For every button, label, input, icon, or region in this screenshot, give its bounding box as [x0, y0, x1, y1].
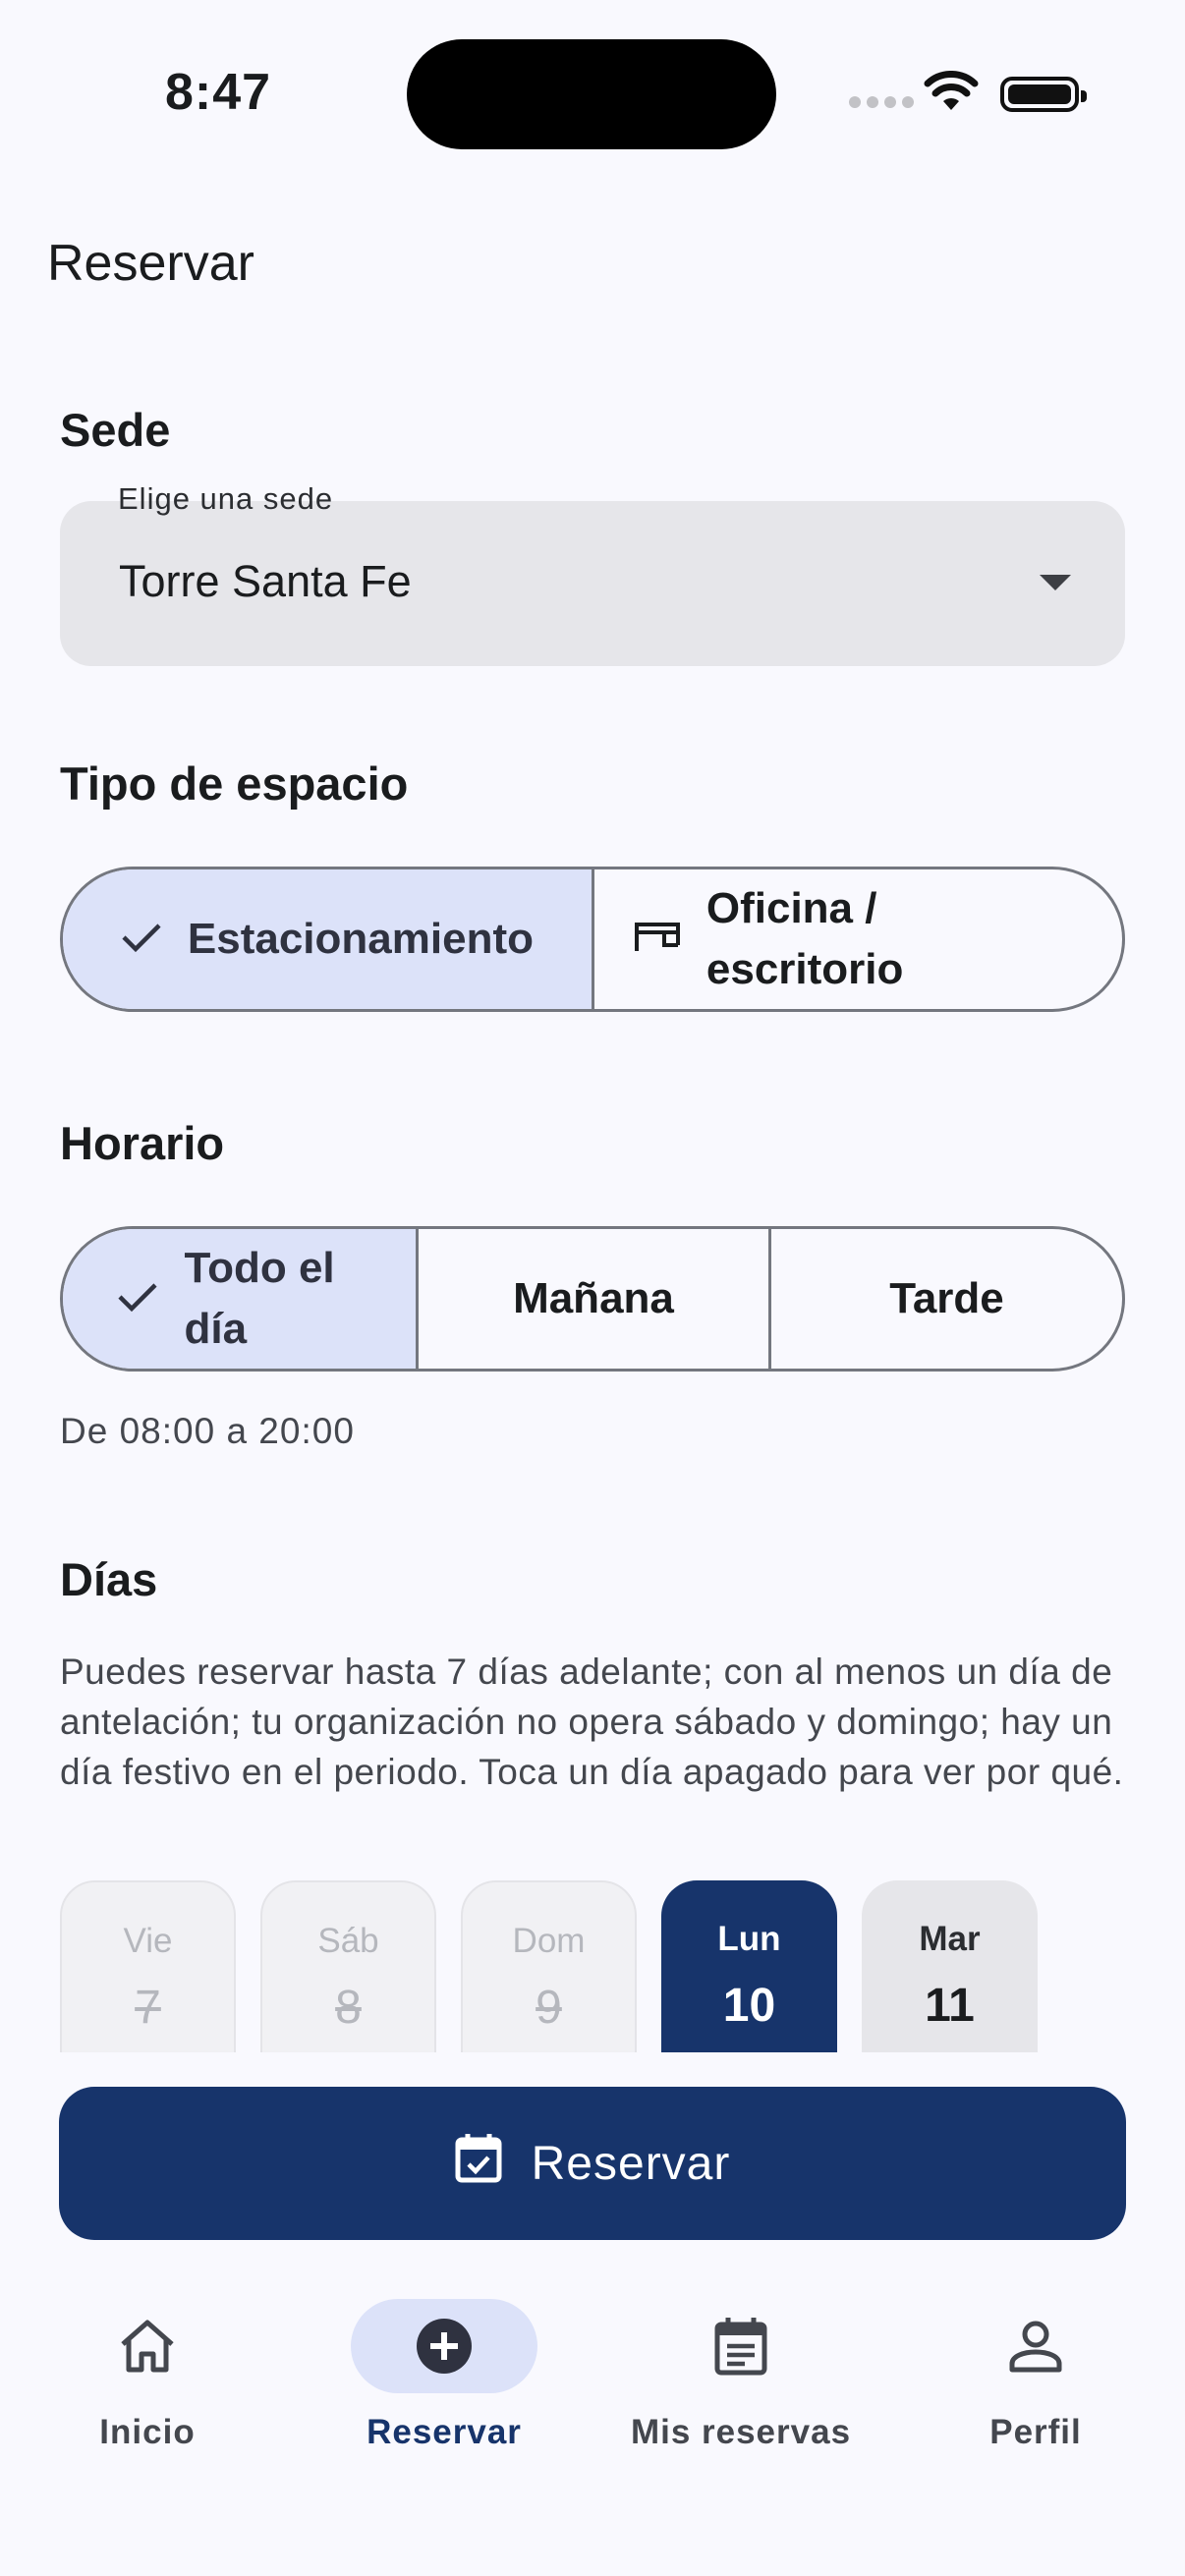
sede-selected-value: Torre Santa Fe — [119, 556, 412, 606]
home-icon — [54, 2299, 241, 2393]
segment-todo-el-dia[interactable]: Todo el día — [63, 1229, 416, 1369]
page-title: Reservar — [47, 235, 254, 292]
segment-oficina[interactable]: Oficina / escritorio — [591, 869, 1122, 1009]
calendar-list-icon — [648, 2299, 834, 2393]
check-icon — [117, 1268, 158, 1329]
segment-tarde[interactable]: Tarde — [767, 1229, 1122, 1369]
segment-label: Mañana — [513, 1274, 674, 1323]
nav-label: Reservar — [367, 2413, 522, 2451]
status-time: 8:47 — [165, 64, 272, 121]
nav-item-reservar[interactable]: Reservar — [297, 2299, 592, 2452]
calendar-check-icon — [455, 2132, 502, 2195]
horario-section-title: Horario — [60, 1117, 225, 1169]
day-chip[interactable]: Sáb 8 — [260, 1880, 436, 2052]
horario-segmented-control: Todo el día Mañana Tarde — [60, 1226, 1125, 1372]
reserve-button-label: Reservar — [531, 2137, 731, 2190]
day-name: Vie — [123, 1922, 173, 1960]
nav-label: Inicio — [99, 2413, 196, 2451]
day-number: 9 — [536, 1982, 562, 2034]
sede-section-title: Sede — [60, 404, 171, 456]
person-icon — [942, 2299, 1129, 2393]
reserve-button[interactable]: Reservar — [59, 2087, 1126, 2240]
nav-label: Mis reservas — [630, 2413, 852, 2451]
nav-item-perfil[interactable]: Perfil — [888, 2299, 1183, 2452]
add-circle-icon — [351, 2299, 537, 2393]
check-icon — [121, 909, 162, 970]
day-chip[interactable]: Vie 7 — [60, 1880, 236, 2052]
day-name: Mar — [919, 1920, 981, 1958]
desk-icon — [634, 909, 681, 970]
day-chip[interactable]: Mar 11 — [862, 1880, 1038, 2052]
day-number: 10 — [722, 1980, 776, 2032]
horario-hint: De 08:00 a 20:00 — [60, 1411, 355, 1451]
bottom-navigation: Inicio Reservar Mis reservas Perfil — [0, 2279, 1185, 2576]
dynamic-island — [407, 39, 776, 149]
segment-label: Tarde — [889, 1274, 1004, 1323]
sede-field-label: Elige una sede — [118, 481, 334, 516]
segment-label: Todo el día — [184, 1244, 335, 1353]
segment-estacionamiento[interactable]: Estacionamiento — [63, 869, 592, 1009]
day-chip[interactable]: Dom 9 — [461, 1880, 637, 2052]
segment-label: Oficina / escritorio — [705, 884, 904, 993]
battery-icon — [1000, 77, 1087, 112]
day-name: Sáb — [317, 1922, 379, 1960]
day-name: Dom — [512, 1922, 586, 1960]
tipo-segmented-control: Estacionamiento Oficina / escritorio — [60, 867, 1125, 1012]
nav-item-mis-reservas[interactable]: Mis reservas — [593, 2299, 888, 2452]
day-number: 11 — [925, 1980, 975, 2032]
tipo-section-title: Tipo de espacio — [60, 757, 409, 810]
day-number: 8 — [335, 1982, 362, 2034]
wifi-icon — [924, 71, 979, 119]
day-chip-selected[interactable]: Lun 10 — [661, 1880, 837, 2052]
dias-description: Puedes reservar hasta 7 días adelante; c… — [60, 1652, 1124, 1792]
cellular-signal-icon — [849, 96, 914, 108]
segment-manana[interactable]: Mañana — [415, 1229, 768, 1369]
dias-section-title: Días — [60, 1553, 158, 1605]
day-name: Lun — [717, 1920, 781, 1958]
day-number: 7 — [135, 1982, 161, 2034]
nav-label: Perfil — [989, 2413, 1082, 2451]
dropdown-arrow-icon — [1040, 575, 1071, 590]
nav-item-inicio[interactable]: Inicio — [0, 2299, 295, 2452]
day-selector: Vie 7 Sáb 8 Dom 9 Lun 10 Mar 11 — [60, 1880, 1125, 2052]
segment-label: Estacionamiento — [187, 915, 534, 964]
